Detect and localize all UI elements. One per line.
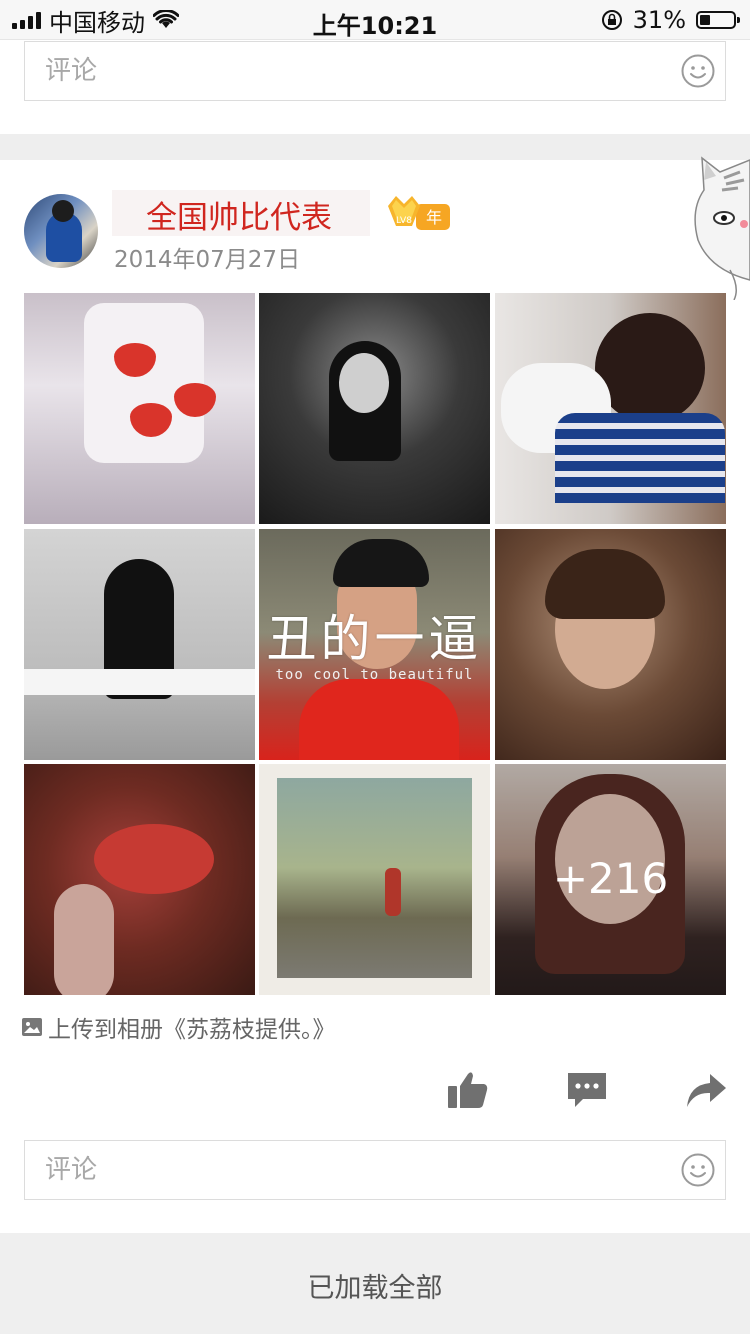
photo-9[interactable]: +216: [495, 764, 726, 995]
photo-7[interactable]: [24, 764, 255, 995]
all-loaded-label: 已加载全部: [307, 1273, 443, 1304]
comment-placeholder: 评论: [45, 56, 98, 86]
photo-5-overlay-subtext: too cool to beautiful: [275, 667, 474, 683]
badge-level: LV8: [396, 216, 412, 226]
photo-grid: 丑的一逼 too cool to beautiful +216: [24, 293, 726, 995]
battery-percent: 31%: [632, 6, 686, 34]
emoji-icon[interactable]: [681, 1153, 715, 1187]
rotation-lock-icon: [601, 10, 622, 30]
photo-6[interactable]: [495, 529, 726, 760]
avatar[interactable]: [24, 194, 98, 268]
thumbs-up-icon[interactable]: [446, 1070, 490, 1110]
status-bar: 中国移动 上午10:21 31%: [0, 0, 750, 40]
photo-1[interactable]: [24, 293, 255, 524]
emoji-icon[interactable]: [681, 54, 715, 88]
photo-3[interactable]: [495, 293, 726, 524]
section-divider: [0, 134, 750, 160]
photo-5-overlay-text: 丑的一逼: [266, 610, 483, 668]
more-photos-count: +216: [552, 854, 669, 903]
comment-input-top[interactable]: 评论: [24, 41, 726, 101]
photo-4[interactable]: [24, 529, 255, 760]
album-icon: [22, 1018, 42, 1036]
upload-info-text: 上传到相册《苏荔枝提供。》: [48, 1017, 336, 1043]
comment-bubble-icon[interactable]: [565, 1070, 609, 1110]
upload-info[interactable]: 上传到相册《苏荔枝提供。》: [22, 1012, 336, 1043]
photo-2[interactable]: [259, 293, 490, 524]
username[interactable]: 全国帅比代表: [146, 192, 332, 237]
photo-5[interactable]: 丑的一逼 too cool to beautiful: [259, 529, 490, 760]
photo-8[interactable]: [259, 764, 490, 995]
comment-input[interactable]: 评论: [24, 1140, 726, 1200]
post-date: 2014年07月27日: [114, 247, 301, 273]
vip-badge-icon: LV8 年: [388, 196, 450, 230]
comment-placeholder: 评论: [45, 1155, 98, 1185]
share-arrow-icon[interactable]: [684, 1070, 728, 1110]
badge-label: 年: [426, 208, 442, 227]
cat-mascot-icon[interactable]: [690, 150, 750, 300]
battery-icon: [696, 11, 740, 29]
